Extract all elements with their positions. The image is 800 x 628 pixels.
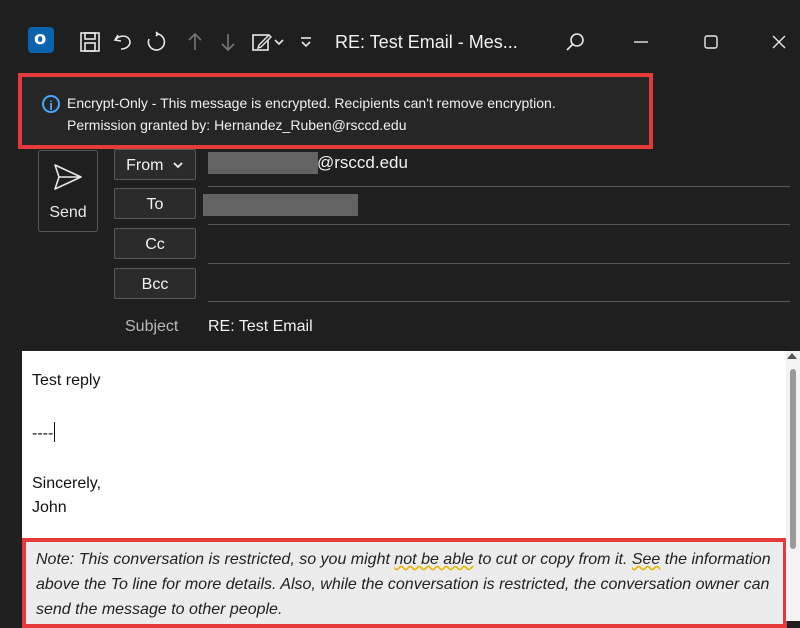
subject-label: Subject <box>125 318 179 335</box>
encryption-notice: Encrypt-Only - This message is encrypted… <box>67 95 556 111</box>
note-text: Note: This conversation is restricted, s… <box>36 551 395 568</box>
cc-button[interactable]: Cc <box>114 228 196 259</box>
window-title: RE: Test Email - Mes... <box>335 32 518 52</box>
restriction-note-text: Note: This conversation is restricted, s… <box>36 547 776 622</box>
send-button[interactable]: Send <box>38 150 98 232</box>
bcc-button[interactable]: Bcc <box>114 268 196 299</box>
note-text-flagged: not be able <box>394 551 474 568</box>
save-icon[interactable] <box>76 28 104 56</box>
note-text: to cut or copy from it. <box>473 551 632 568</box>
restriction-note: Note: This conversation is restricted, s… <box>22 538 787 628</box>
body-line: John <box>32 499 67 516</box>
up-arrow-icon[interactable] <box>181 28 209 56</box>
to-label: To <box>146 196 164 213</box>
send-label: Send <box>49 204 87 221</box>
from-button[interactable]: From <box>114 149 196 180</box>
encryption-infobar: i Encrypt-Only - This message is encrypt… <box>18 73 653 149</box>
maximize-icon[interactable] <box>697 28 725 56</box>
info-icon: i <box>42 95 60 113</box>
redo-icon[interactable] <box>142 28 170 56</box>
to-field[interactable] <box>208 224 790 225</box>
signature-separator: ---- <box>32 425 54 442</box>
scroll-thumb[interactable] <box>790 369 796 549</box>
from-label: From <box>126 157 164 174</box>
bcc-label: Bcc <box>141 276 169 293</box>
down-arrow-icon[interactable] <box>214 28 242 56</box>
body-line: Sincerely, <box>32 475 102 492</box>
cc-label: Cc <box>145 236 165 253</box>
body-line: Test reply <box>32 372 101 389</box>
redacted-from-address <box>208 152 318 174</box>
bcc-field[interactable] <box>208 301 790 302</box>
chevron-down-icon <box>173 162 183 169</box>
text-cursor <box>54 422 56 442</box>
note-text-flagged: See <box>631 551 661 568</box>
redacted-to-address <box>203 194 358 216</box>
body-line: ---- <box>32 422 56 443</box>
customize-toolbar-icon[interactable] <box>296 28 316 56</box>
chevron-down-icon[interactable] <box>272 28 286 56</box>
scroll-up-icon[interactable] <box>787 353 797 359</box>
minimize-icon[interactable] <box>627 28 655 56</box>
permission-notice: Permission granted by: Hernandez_Ruben@r… <box>67 117 407 133</box>
search-icon[interactable] <box>561 28 589 56</box>
title-bar: RE: Test Email - Mes... <box>0 0 800 82</box>
subject-field[interactable]: RE: Test Email <box>208 318 313 336</box>
from-address-domain: @rsccd.edu <box>317 153 408 172</box>
to-button[interactable]: To <box>114 188 196 219</box>
close-icon[interactable] <box>765 28 793 56</box>
undo-icon[interactable] <box>109 28 137 56</box>
send-icon <box>54 164 82 190</box>
divider <box>208 186 790 187</box>
body-scrollbar[interactable] <box>786 351 800 621</box>
outlook-icon <box>28 27 54 53</box>
cc-field[interactable] <box>208 263 790 264</box>
